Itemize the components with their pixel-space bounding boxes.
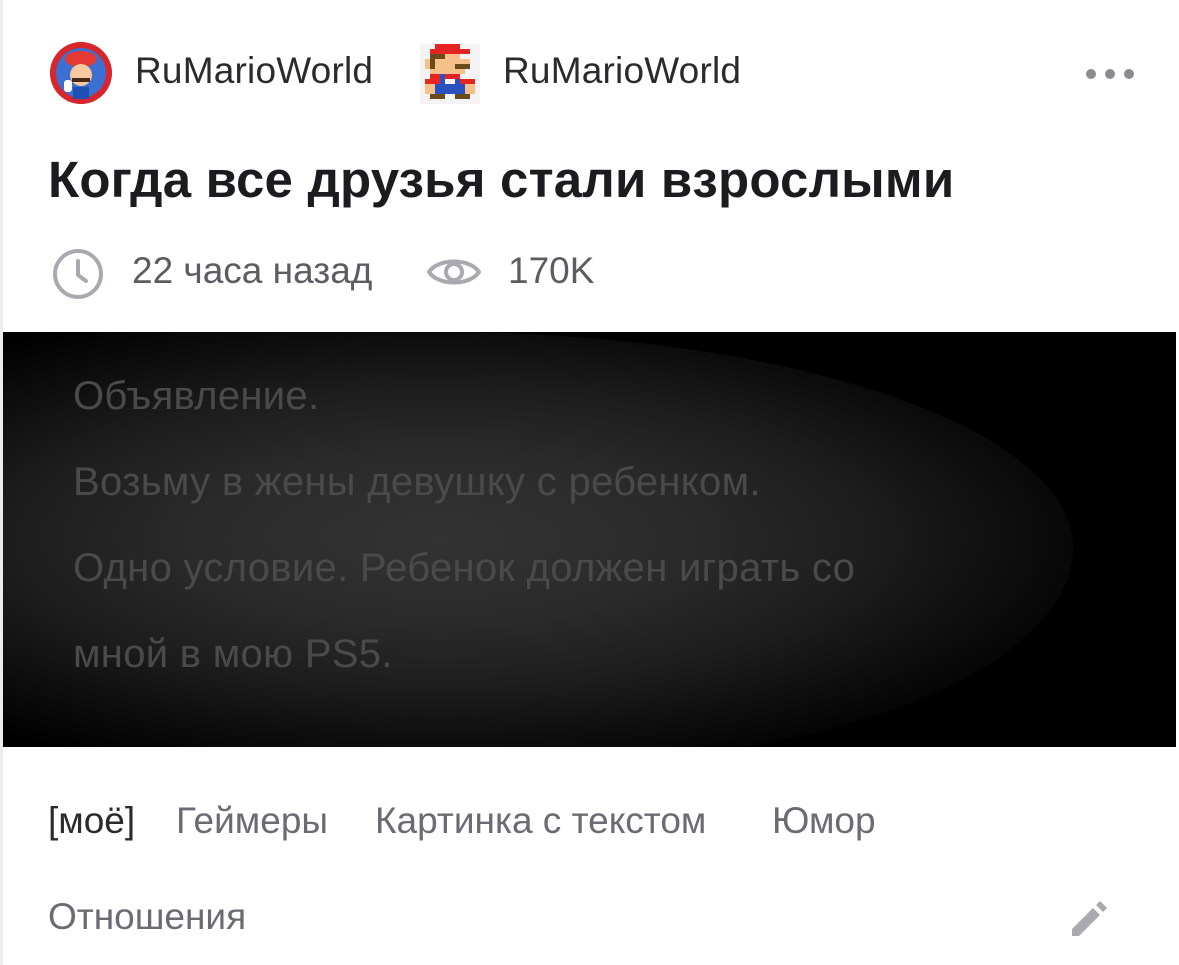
tag-relationships[interactable]: Отношения	[48, 896, 246, 938]
image-text-line: Объявление.	[73, 374, 320, 418]
post-time: 22 часа назад	[132, 250, 373, 291]
more-dots-icon	[1086, 69, 1096, 79]
eye-icon	[427, 259, 481, 285]
image-text-line: Возьму в жены девушку с ребенком.	[73, 460, 761, 504]
author-name[interactable]: RuMarioWorld	[135, 50, 373, 92]
tag-mine[interactable]: [моё]	[48, 800, 135, 842]
mario-thumbs-up-avatar-icon	[50, 42, 112, 104]
community-icon[interactable]	[420, 44, 480, 104]
more-options-button[interactable]	[1082, 60, 1138, 90]
image-text-line: мной в мою PS5.	[73, 632, 393, 676]
post-image[interactable]: Объявление. Возьму в жены девушку с ребе…	[3, 332, 1176, 747]
image-text-line: Одно условие. Ребенок должен играть со	[73, 546, 856, 590]
author-avatar[interactable]	[50, 42, 112, 104]
more-dots-icon	[1124, 69, 1134, 79]
community-name[interactable]: RuMarioWorld	[503, 50, 741, 92]
pencil-icon[interactable]	[1066, 898, 1110, 942]
post-title[interactable]: Когда все друзья стали взрослыми	[48, 150, 954, 209]
pixel-mario-icon	[425, 44, 475, 99]
post-header: RuMarioWorld RuMarioWorld	[0, 0, 1179, 150]
view-count: 170K	[508, 250, 595, 291]
tag-picture-with-text[interactable]: Картинка с текстом	[375, 800, 706, 842]
tag-gamers[interactable]: Геймеры	[176, 800, 328, 842]
more-dots-icon	[1105, 69, 1115, 79]
tag-humor[interactable]: Юмор	[772, 800, 876, 842]
clock-icon	[53, 249, 103, 299]
